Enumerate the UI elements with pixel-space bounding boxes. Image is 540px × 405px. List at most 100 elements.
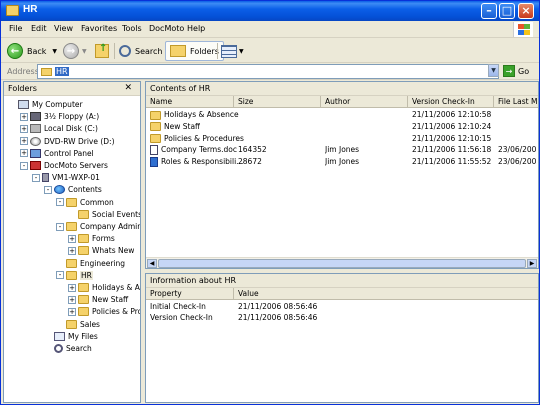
tree-item[interactable]: Search	[44, 343, 92, 354]
cell-checkin: 21/11/2006 12:10:58	[412, 109, 491, 120]
expand-icon[interactable]: +	[20, 112, 28, 121]
folder-icon	[78, 283, 89, 292]
menu-tools[interactable]: Tools	[122, 24, 142, 33]
collapse-icon[interactable]: -	[56, 198, 64, 207]
tree-item-label: Local Disk (C:)	[44, 124, 98, 134]
collapse-icon[interactable]: -	[56, 222, 64, 231]
folder-icon	[150, 110, 161, 120]
search-button[interactable]: Search	[119, 41, 162, 61]
column-file-last-modified[interactable]: File Last M	[494, 96, 540, 108]
property-row[interactable]: Initial Check-In 21/11/2006 08:56:46	[146, 301, 538, 312]
cell-text: Jim Jones	[325, 145, 360, 155]
tree-item[interactable]: + Holidays & Abser	[68, 282, 140, 293]
column-property[interactable]: Property	[146, 288, 234, 300]
expand-icon[interactable]: +	[20, 137, 28, 146]
control-panel-icon	[30, 148, 41, 158]
tree-item[interactable]: - Common	[56, 197, 114, 208]
tree-item[interactable]: Engineering	[56, 258, 125, 269]
menu-file[interactable]: File	[9, 24, 22, 33]
tree-item[interactable]: + New Staff	[68, 294, 128, 305]
horizontal-scrollbar[interactable]: ◀ ▶	[146, 257, 538, 268]
menu-favorites[interactable]: Favorites	[81, 24, 117, 33]
close-button[interactable]: ×	[518, 3, 534, 19]
file-row[interactable]: Policies & Procedures 21/11/2006 12:10:15	[146, 133, 538, 144]
computer-icon	[18, 100, 29, 109]
collapse-icon[interactable]: -	[32, 173, 40, 182]
tree-item[interactable]: My Computer	[8, 99, 83, 110]
column-version-check-in[interactable]: Version Check-In	[408, 96, 494, 108]
back-button[interactable]: ← Back ▼	[7, 41, 57, 61]
folders-pane: Folders ✕ My Computer +3½ Floppy (A:) + Loc…	[3, 81, 141, 403]
column-value[interactable]: Value	[234, 288, 540, 300]
tree-item[interactable]: - Company Administrat	[56, 221, 140, 232]
cell-text: 21/11/2006 11:55:52	[412, 157, 492, 167]
file-row[interactable]: Company Terms.doc 164352 Jim Jones 21/11/20…	[146, 144, 538, 156]
tree-item-label: Holidays & Abser	[92, 283, 140, 292]
expand-icon[interactable]: +	[20, 124, 28, 133]
menu-help[interactable]: Help	[187, 24, 205, 33]
chevron-down-icon[interactable]: ▼	[239, 48, 244, 55]
address-input[interactable]: HR	[37, 64, 499, 79]
address-dropdown-button[interactable]: ▼	[488, 64, 499, 77]
folders-button[interactable]: Folders	[165, 41, 224, 61]
cell-text: New Staff	[164, 121, 201, 131]
menu-docmoto[interactable]: DocMoto	[149, 24, 184, 33]
tree-item[interactable]: + Whats New	[68, 245, 134, 256]
scroll-left-icon[interactable]: ◀	[147, 259, 157, 268]
tree-item[interactable]: + Policies & Proced	[68, 306, 140, 317]
scroll-right-icon[interactable]: ▶	[527, 259, 537, 268]
expand-icon[interactable]: +	[68, 295, 76, 304]
collapse-icon[interactable]: -	[44, 185, 52, 194]
expand-icon[interactable]: +	[68, 246, 76, 255]
minimize-button[interactable]: –	[481, 3, 497, 19]
property-row[interactable]: Version Check-In 21/11/2006 08:56:46	[146, 312, 538, 323]
tree-item[interactable]: - Contents	[44, 184, 102, 195]
tree-item[interactable]: - HR	[56, 270, 93, 281]
menu-view[interactable]: View	[54, 24, 73, 33]
tree-item[interactable]: + Forms	[68, 233, 115, 244]
cell-name: Company Terms.doc	[150, 144, 237, 156]
expand-icon[interactable]: +	[68, 307, 76, 316]
tree-item[interactable]: - VM1-WXP-01	[32, 172, 100, 183]
collapse-icon[interactable]: -	[56, 271, 64, 280]
tree-item-label: Forms	[92, 234, 115, 244]
column-size[interactable]: Size	[234, 96, 321, 108]
cell-property: Initial Check-In	[150, 302, 206, 311]
go-label: Go	[518, 66, 530, 76]
chevron-down-icon[interactable]: ▼	[82, 48, 87, 55]
title-bar[interactable]: HR – □ ×	[1, 1, 539, 21]
file-row[interactable]: Roles & Responsibili... 28672 Jim Jones 21/…	[146, 156, 538, 168]
tree-item-label: DocMoto Servers	[44, 161, 108, 170]
my-files-icon	[54, 331, 65, 341]
folder-icon	[41, 68, 52, 76]
cell-author: Jim Jones	[325, 156, 359, 167]
tree-item[interactable]: + Control Panel	[20, 148, 94, 159]
folders-pane-title: Folders	[8, 84, 37, 93]
tree-item[interactable]: + DVD-RW Drive (D:)	[20, 136, 115, 147]
file-row[interactable]: Holidays & Absence 21/11/2006 12:10:58	[146, 109, 538, 120]
go-button[interactable]: → Go	[503, 65, 529, 77]
maximize-button[interactable]: □	[499, 3, 515, 19]
forward-button[interactable]: → ▼	[63, 41, 87, 61]
column-name[interactable]: Name	[146, 96, 234, 108]
up-folder-button[interactable]: ↑	[95, 41, 109, 61]
views-button[interactable]: ▼	[221, 41, 244, 61]
tree-item[interactable]: Sales	[56, 319, 100, 330]
tree-item-label: Search	[66, 344, 92, 353]
tree-item[interactable]: +3½ Floppy (A:)	[20, 111, 99, 122]
collapse-icon[interactable]: -	[20, 161, 28, 170]
tree-item[interactable]: Social Events	[68, 209, 140, 220]
scrollbar-thumb[interactable]	[158, 259, 526, 268]
column-author[interactable]: Author	[321, 96, 408, 108]
folder-tree: My Computer +3½ Floppy (A:) + Local Disk (C…	[4, 97, 140, 402]
file-row[interactable]: New Staff 21/11/2006 12:10:24	[146, 121, 538, 132]
chevron-down-icon[interactable]: ▼	[52, 48, 57, 55]
tree-item[interactable]: My Files	[44, 331, 98, 342]
menu-edit[interactable]: Edit	[31, 24, 47, 33]
expand-icon[interactable]: +	[20, 149, 28, 158]
expand-icon[interactable]: +	[68, 283, 76, 292]
expand-icon[interactable]: +	[68, 234, 76, 243]
tree-item[interactable]: - DocMoto Servers	[20, 160, 108, 171]
tree-item[interactable]: + Local Disk (C:)	[20, 123, 98, 134]
close-pane-icon[interactable]: ✕	[124, 83, 132, 93]
